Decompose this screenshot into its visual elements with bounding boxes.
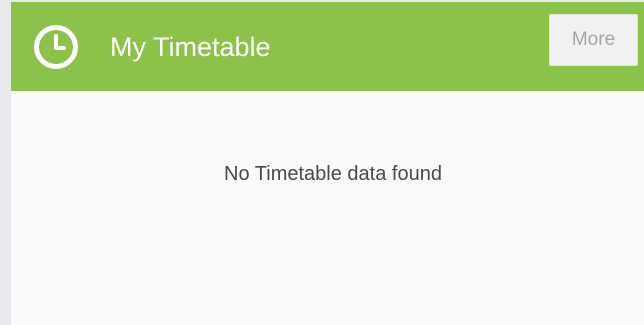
clock-icon (34, 25, 78, 69)
widget-header: My Timetable More (11, 2, 644, 91)
timetable-widget: My Timetable More No Timetable data foun… (11, 2, 644, 325)
more-button[interactable]: More (549, 14, 638, 66)
empty-state-message: No Timetable data found (224, 163, 442, 185)
widget-title: My Timetable (110, 32, 271, 62)
widget-body: No Timetable data found (11, 91, 644, 325)
